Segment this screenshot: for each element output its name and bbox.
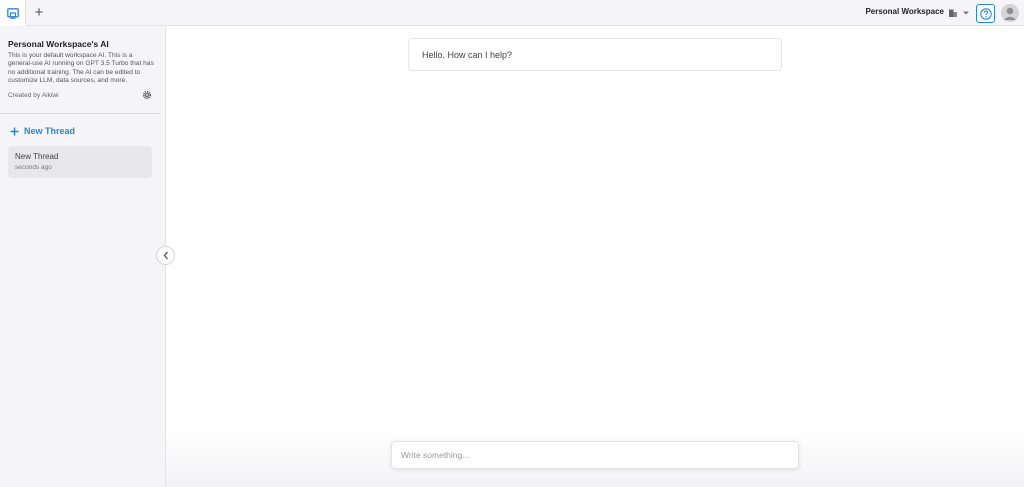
ai-title: Personal Workspace's AI [8,39,109,49]
user-avatar[interactable] [1001,4,1019,22]
collapse-sidebar-button[interactable] [156,246,175,265]
top-bar: + Personal Workspace [0,0,1024,27]
home-tab[interactable] [0,0,26,27]
workspace-icon[interactable] [948,8,958,18]
greeting-text: Hello. How can I help? [422,50,513,60]
thread-title: New Thread [15,152,59,161]
app-home-icon [6,7,19,19]
chevron-left-icon [163,251,168,260]
message-input[interactable] [391,441,799,469]
thread-timestamp: seconds ago [15,164,52,171]
created-by-label: Created by Aikiwi [8,92,59,99]
new-thread-button[interactable]: New Thread [10,124,75,138]
plus-icon [10,127,19,135]
user-icon [1001,4,1019,22]
thread-item[interactable]: New Thread seconds ago [8,146,152,178]
help-icon [979,7,992,20]
chevron-down-icon[interactable] [962,10,970,16]
sidebar: Personal Workspace's AI This is your def… [0,26,166,487]
help-button[interactable] [976,4,995,23]
workspace-name[interactable]: Personal Workspace [838,7,944,16]
sidebar-divider [0,113,160,114]
assistant-greeting-message: Hello. How can I help? [408,38,782,71]
ai-description: This is your default workspace AI. This … [8,52,154,85]
new-tab-button[interactable]: + [30,3,48,23]
gear-icon[interactable] [142,90,152,100]
new-thread-label: New Thread [24,126,76,136]
